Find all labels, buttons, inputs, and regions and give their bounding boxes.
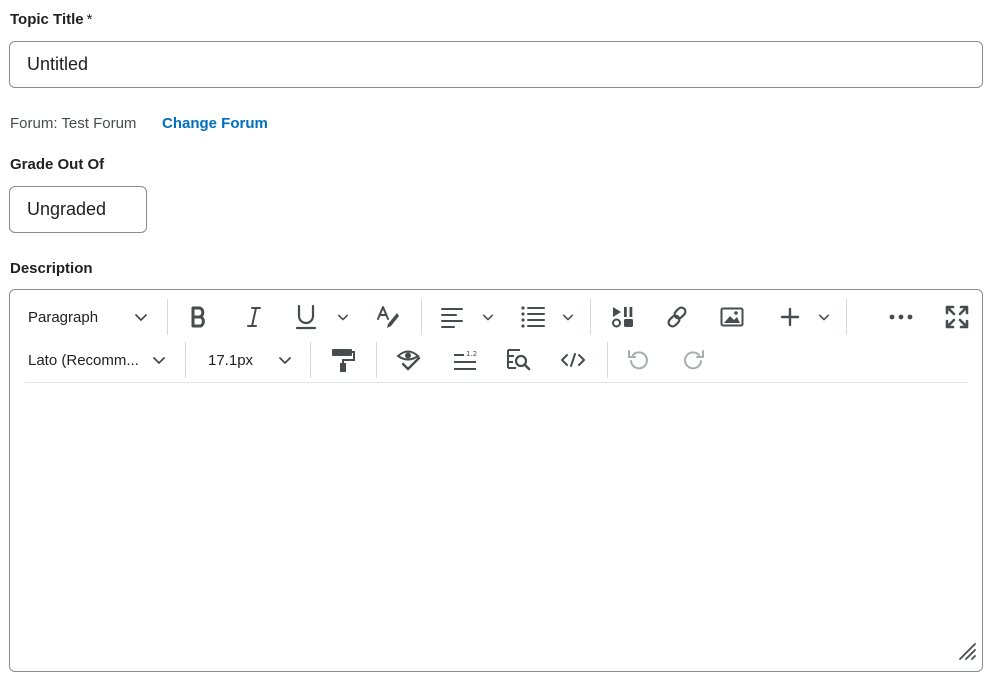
- toolbar-divider: [185, 342, 186, 378]
- forum-name: Forum: Test Forum: [10, 115, 137, 132]
- underline-button[interactable]: [295, 296, 349, 338]
- chevron-down-icon: [153, 357, 165, 364]
- toolbar-bottom-border: [25, 382, 968, 383]
- align-button[interactable]: [440, 296, 494, 338]
- toolbar-divider: [421, 299, 422, 335]
- required-mark: *: [86, 11, 93, 28]
- font-size-value: 17.1px: [208, 351, 254, 369]
- insert-media-icon: [612, 307, 633, 328]
- paint-roller-icon: [332, 349, 355, 372]
- accessibility-check-button[interactable]: [392, 339, 426, 381]
- fullscreen-icon: [945, 305, 969, 329]
- bulleted-list-icon: [521, 306, 545, 328]
- insert-menu-button[interactable]: [780, 296, 830, 338]
- image-icon: [720, 307, 744, 327]
- chevron-down-icon: [562, 314, 574, 321]
- insert-link-button[interactable]: [660, 296, 694, 338]
- toolbar-row-1: Paragraph: [10, 296, 982, 338]
- toolbar-row-2: Lato (Recomm... 17.1px 1.2.3: [10, 339, 982, 381]
- more-button[interactable]: [884, 296, 918, 338]
- text-style-button[interactable]: [370, 296, 406, 338]
- bold-button[interactable]: [180, 296, 218, 338]
- source-code-button[interactable]: [556, 339, 590, 381]
- block-format-value: Paragraph: [28, 308, 99, 326]
- block-format-select[interactable]: Paragraph: [18, 296, 158, 338]
- redo-button[interactable]: [676, 339, 710, 381]
- toolbar-divider: [590, 299, 591, 335]
- toolbar-divider: [376, 342, 377, 378]
- change-forum-link[interactable]: Change Forum: [162, 115, 268, 132]
- topic-title-label: Topic Title *: [10, 11, 92, 28]
- chevron-down-icon: [818, 314, 830, 321]
- topic-title-input[interactable]: [9, 41, 983, 88]
- svg-text:1.2.3: 1.2.3: [466, 350, 478, 358]
- editor-content-area[interactable]: [25, 385, 968, 655]
- insert-media-button[interactable]: [606, 296, 640, 338]
- chevron-down-icon: [135, 314, 147, 321]
- find-replace-button[interactable]: [502, 339, 536, 381]
- more-icon: [889, 314, 913, 320]
- chevron-down-icon: [279, 357, 291, 364]
- word-count-button[interactable]: 1.2.3: [448, 339, 482, 381]
- format-painter-button[interactable]: [326, 339, 360, 381]
- topic-title-label-text: Topic Title: [10, 11, 84, 28]
- plus-icon: [780, 307, 800, 327]
- toolbar-divider: [846, 299, 847, 335]
- link-icon: [667, 306, 687, 328]
- align-icon: [441, 308, 463, 328]
- chevron-down-icon: [337, 314, 349, 321]
- insert-image-button[interactable]: [715, 296, 749, 338]
- bold-icon: [191, 306, 205, 328]
- text-style-icon: [377, 306, 399, 328]
- undo-icon: [628, 350, 648, 370]
- source-code-icon: [561, 353, 585, 367]
- font-family-value: Lato (Recomm...: [28, 351, 139, 369]
- underline-icon: [295, 304, 317, 330]
- description-editor[interactable]: Paragraph Lato (Recomm... 17.1px 1.2: [9, 289, 983, 672]
- grade-input[interactable]: [9, 186, 147, 233]
- italic-icon: [247, 307, 261, 327]
- description-label: Description: [10, 260, 93, 277]
- redo-icon: [684, 350, 704, 370]
- accessibility-check-icon: [396, 350, 421, 371]
- resize-handle[interactable]: [958, 642, 976, 665]
- undo-button[interactable]: [622, 339, 656, 381]
- font-size-select[interactable]: 17.1px: [198, 339, 302, 381]
- italic-button[interactable]: [235, 296, 273, 338]
- font-family-select[interactable]: Lato (Recomm...: [18, 339, 176, 381]
- grade-label: Grade Out Of: [10, 156, 105, 173]
- fullscreen-button[interactable]: [940, 296, 974, 338]
- toolbar-divider: [167, 299, 168, 335]
- list-button[interactable]: [520, 296, 574, 338]
- toolbar-divider: [607, 342, 608, 378]
- resize-grip-icon: [959, 643, 976, 660]
- word-count-icon: 1.2.3: [454, 350, 478, 370]
- chevron-down-icon: [482, 314, 494, 321]
- find-replace-icon: [507, 349, 531, 371]
- toolbar-divider: [310, 342, 311, 378]
